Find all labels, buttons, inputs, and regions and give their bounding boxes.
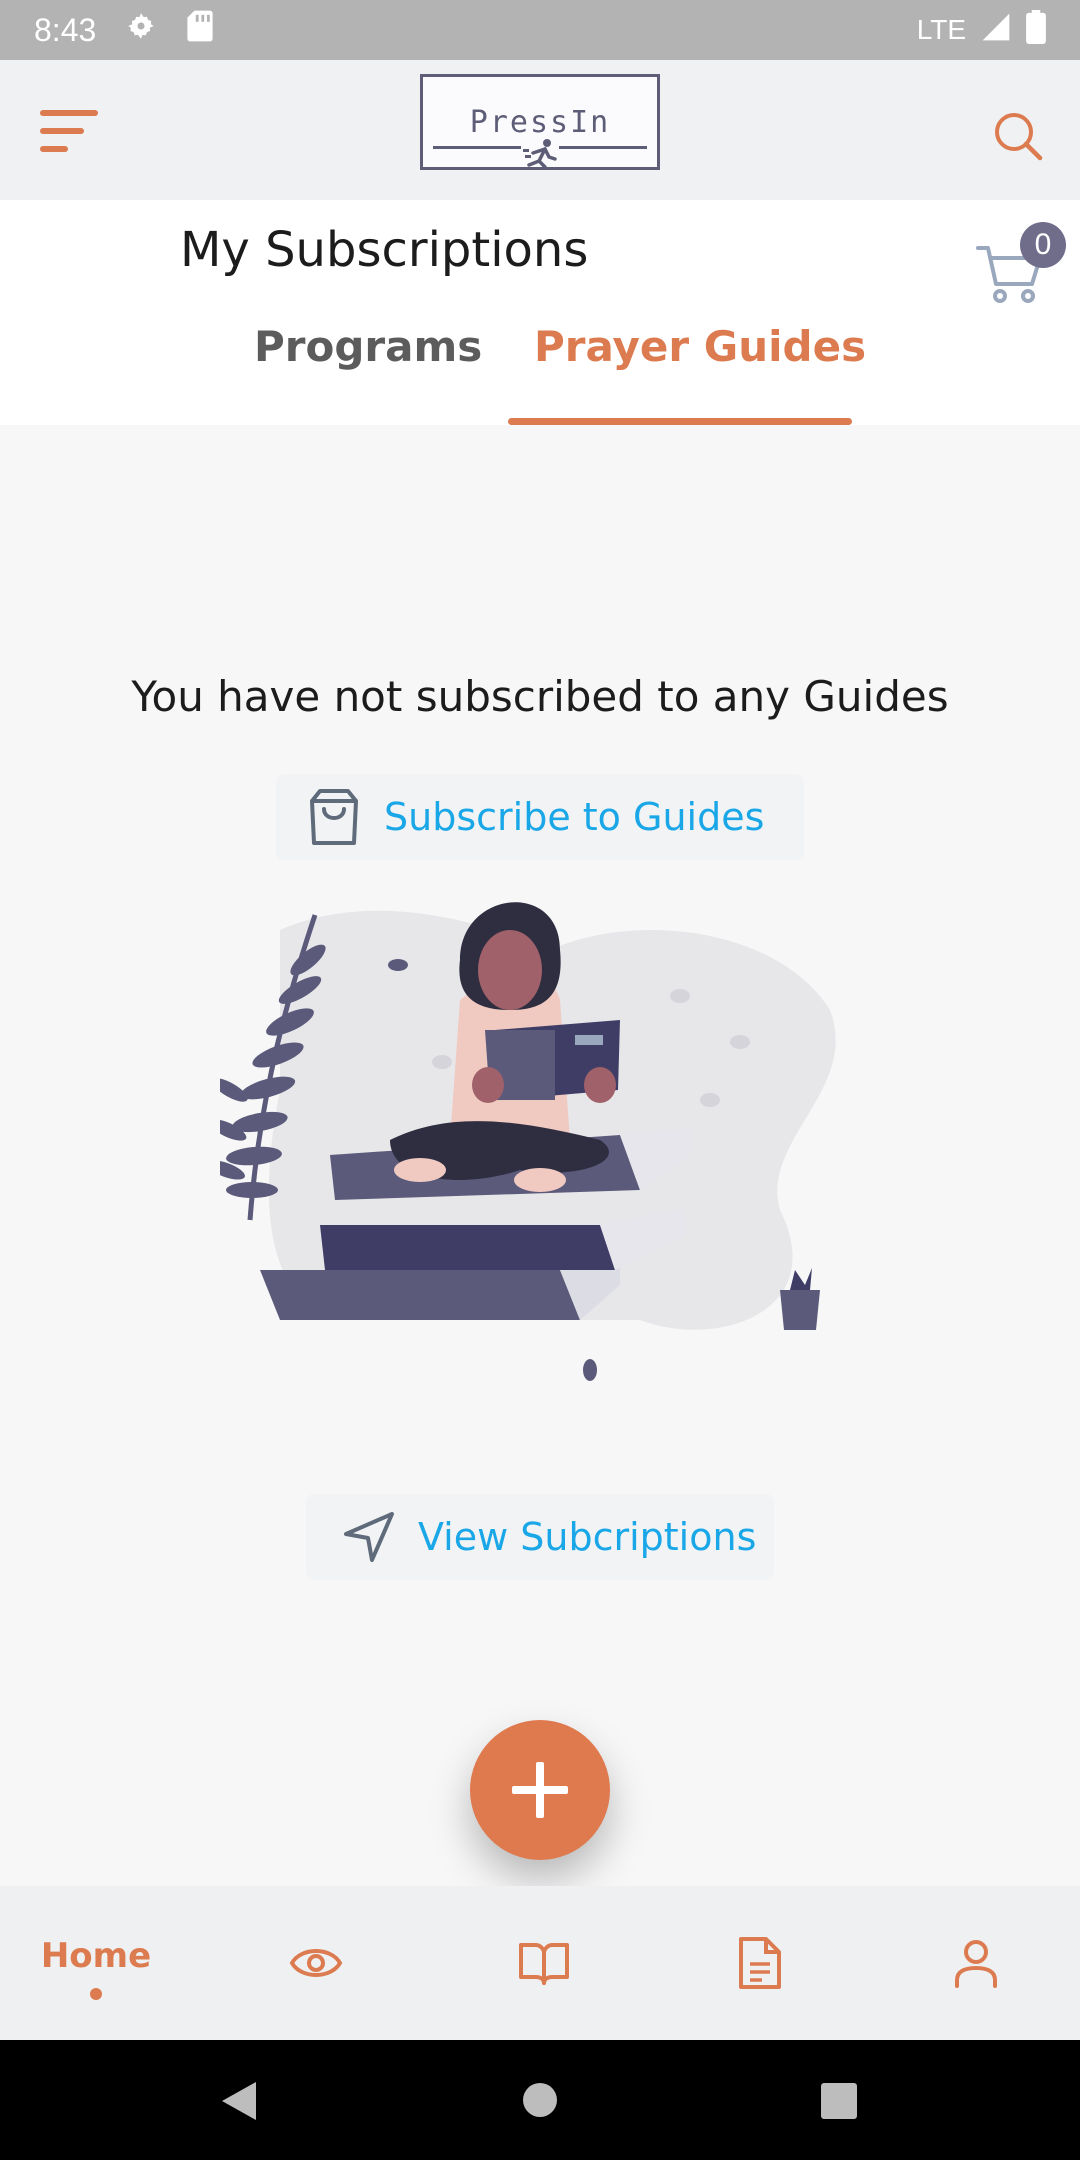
nav-eye[interactable]	[256, 1886, 376, 2040]
recents-icon[interactable]	[820, 2082, 858, 2120]
sd-card-icon	[186, 9, 214, 51]
cart-count-badge: 0	[1020, 222, 1066, 268]
app-bar: PressIn	[0, 60, 1080, 200]
network-type: LTE	[916, 14, 966, 45]
nav-home-label: Home	[40, 1936, 152, 1976]
active-tab-indicator	[508, 418, 852, 425]
nav-home[interactable]: Home	[36, 1886, 156, 2040]
eye-icon	[289, 1949, 343, 1977]
plus-icon	[512, 1762, 568, 1818]
empty-state-message: You have not subscribed to any Guides	[131, 672, 949, 721]
nav-document[interactable]	[700, 1886, 820, 2040]
user-icon	[955, 1940, 997, 1988]
view-subscriptions-button[interactable]: View Subcriptions	[306, 1494, 774, 1580]
tab-programs[interactable]: Programs	[254, 322, 482, 371]
subscribe-guides-button[interactable]: Subscribe to Guides	[276, 774, 804, 860]
search-icon[interactable]	[990, 108, 1046, 164]
bottom-navigation: Home	[0, 1886, 1080, 2040]
battery-icon	[1026, 9, 1046, 51]
back-icon[interactable]	[218, 2080, 258, 2122]
nav-active-dot	[90, 1988, 102, 2000]
view-subscriptions-label: View Subcriptions	[418, 1515, 757, 1559]
navigation-arrow-icon	[344, 1512, 394, 1562]
system-navigation-bar	[0, 2040, 1080, 2160]
status-bar: 8:43 LTE	[0, 0, 1080, 60]
shopping-bag-icon	[310, 789, 358, 845]
reading-illustration	[220, 902, 836, 1381]
document-icon	[739, 1937, 781, 1989]
add-fab-button[interactable]	[470, 1720, 610, 1860]
app-logo[interactable]: PressIn	[420, 74, 660, 170]
signal-icon	[980, 11, 1012, 50]
status-time: 8:43	[34, 11, 97, 48]
page-title: My Subscriptions	[180, 222, 589, 278]
nav-profile[interactable]	[916, 1886, 1036, 2040]
subscribe-guides-label: Subscribe to Guides	[384, 795, 765, 839]
subscriptions-header: My Subscriptions 0 Programs Prayer Guide…	[0, 200, 1080, 425]
menu-icon[interactable]	[40, 110, 100, 154]
book-open-icon	[519, 1943, 569, 1985]
runner-icon	[523, 139, 557, 169]
settings-icon	[124, 9, 158, 51]
logo-text: PressIn	[469, 105, 611, 140]
tab-prayer-guides[interactable]: Prayer Guides	[534, 322, 866, 371]
home-circle-icon[interactable]	[522, 2082, 558, 2118]
cart-button[interactable]: 0	[976, 222, 1066, 303]
nav-book[interactable]	[484, 1886, 604, 2040]
